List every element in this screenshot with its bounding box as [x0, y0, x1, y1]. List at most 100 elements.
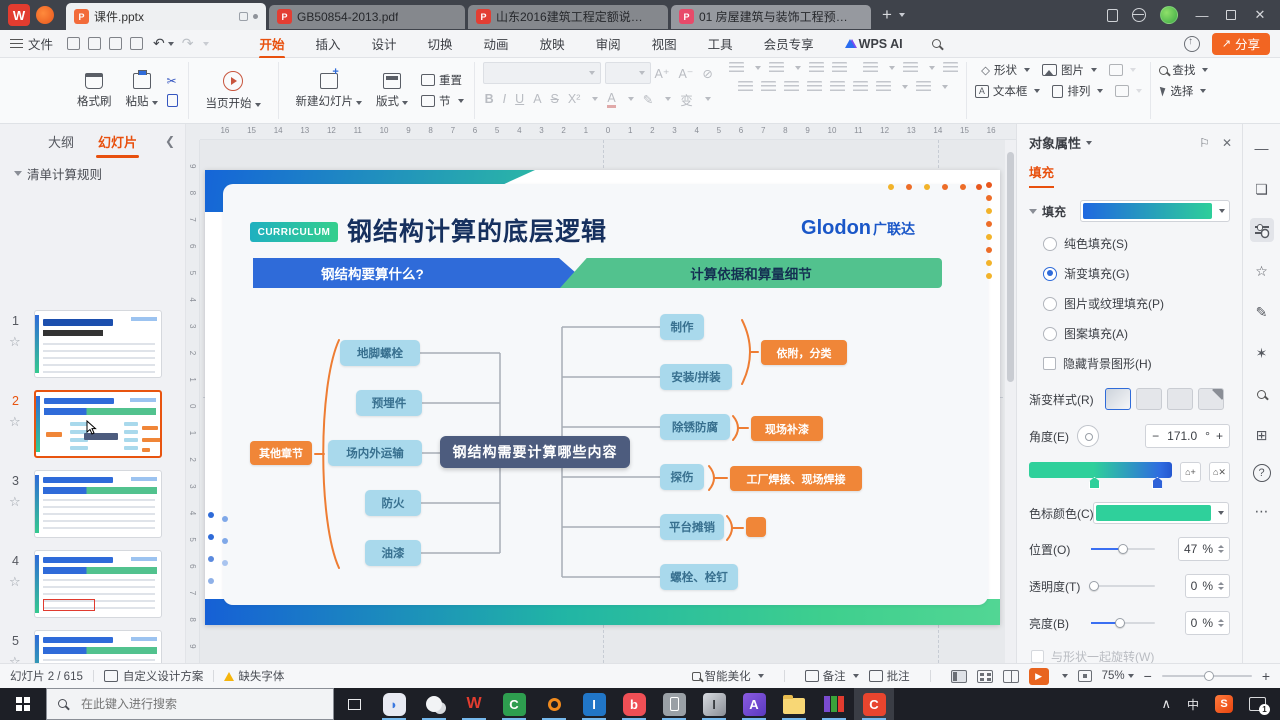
font-size-select[interactable]	[604, 62, 651, 84]
print-icon[interactable]	[109, 37, 123, 50]
mindmap-node[interactable]: 螺栓、栓钉	[660, 564, 738, 590]
remove-stop-button[interactable]: ⌂✕	[1208, 462, 1230, 482]
tab-outline[interactable]: 大纲	[48, 132, 74, 151]
transparency-stepper[interactable]: 0%	[1184, 574, 1230, 598]
fill-option-picture[interactable]: 图片或纹理填充(P)	[1043, 295, 1242, 312]
file-menu[interactable]: 文件	[0, 34, 63, 53]
mindmap-node[interactable]: 安装/拼装	[660, 364, 732, 390]
smart-beautify-button[interactable]: 智能美化	[691, 668, 764, 684]
mindmap-callout[interactable]: 依附，分类	[761, 340, 847, 365]
mindmap-node[interactable]: 场内外运输	[328, 440, 422, 466]
globe-icon[interactable]	[1132, 8, 1146, 22]
slide-editing-canvas[interactable]: CURRICULUM 钢结构计算的底层逻辑 Glodon 广联达 钢结构要算什么?…	[200, 140, 1005, 663]
panel-title-caret-icon[interactable]	[1086, 140, 1093, 145]
gradient-style-rect[interactable]	[1167, 388, 1193, 410]
new-slide-button[interactable]: 新建幻灯片	[289, 66, 370, 109]
text-direction-icon[interactable]	[862, 62, 878, 74]
print-preview-icon[interactable]	[130, 37, 144, 50]
mindmap-callout[interactable]: 工厂焊接、现场焊接	[730, 466, 862, 491]
copy-icon[interactable]	[166, 94, 178, 107]
taskbar-app-chat[interactable]: ◗	[374, 688, 414, 720]
scrollbar-thumb[interactable]	[1007, 152, 1014, 382]
star-icon[interactable]: ☆	[9, 574, 21, 590]
strikethrough-button[interactable]: S	[551, 92, 559, 106]
zoom-out-button[interactable]: −	[1144, 668, 1152, 684]
layout-button[interactable]: 版式	[369, 72, 415, 109]
taskbar-app-winrar[interactable]	[814, 688, 854, 720]
menu-tab-wps-ai[interactable]: WPS AI	[843, 32, 905, 56]
angle-plus-button[interactable]: +	[1216, 429, 1223, 443]
mindmap-root-left[interactable]: 其他章节	[250, 441, 312, 465]
add-stop-button[interactable]: ⌂+	[1179, 462, 1201, 482]
collapse-panel-icon[interactable]: ❮	[165, 134, 175, 148]
mindmap-node[interactable]: 油漆	[365, 540, 421, 566]
find-button[interactable]: 查找	[1159, 62, 1209, 78]
convert-diagram-icon[interactable]	[942, 62, 958, 74]
text-tool-button[interactable]: 变	[680, 90, 693, 109]
picture-button[interactable]: 图片	[1042, 62, 1098, 78]
gradient-stop-handle-green[interactable]	[1089, 477, 1100, 489]
mindmap-node[interactable]: 平台摊销	[660, 514, 724, 540]
properties-icon[interactable]	[1249, 218, 1274, 242]
menu-tab-animation[interactable]: 动画	[482, 29, 511, 58]
fill-option-gradient[interactable]: 渐变填充(G)	[1043, 265, 1242, 282]
star-icon[interactable]: ☆	[9, 334, 21, 350]
textbox-button[interactable]: A 文本框	[974, 83, 1041, 99]
pinned-doc-icon[interactable]	[36, 6, 54, 24]
superscript-button[interactable]: X²	[568, 92, 581, 106]
gradient-stop-handle-blue[interactable]	[1151, 477, 1163, 489]
zoom-level[interactable]: 75%	[1102, 670, 1134, 682]
slide-thumb-3[interactable]: 3 ☆	[0, 470, 186, 546]
arrange-button[interactable]: 排列	[1052, 83, 1104, 99]
tray-expand-icon[interactable]: ∧	[1161, 696, 1171, 712]
play-from-current-button[interactable]: 当页开始	[199, 70, 268, 111]
effects-star-icon[interactable]: ☆	[1250, 259, 1274, 283]
menu-tab-home[interactable]: 开始	[257, 29, 286, 59]
beautify-wand-icon[interactable]: ✶	[1250, 341, 1274, 365]
doc-tab-pdf2[interactable]: P 山东2016建筑工程定额说明及计算规	[468, 4, 668, 29]
restore-button[interactable]	[1226, 10, 1236, 20]
tab-list-caret-icon[interactable]	[898, 13, 905, 17]
section-header[interactable]: 清单计算规则	[0, 158, 185, 183]
mindmap-node[interactable]: 除锈防腐	[660, 414, 730, 440]
position-stepper[interactable]: 47%	[1177, 537, 1230, 561]
menu-tab-transition[interactable]: 切换	[426, 29, 455, 58]
menu-tab-tools[interactable]: 工具	[706, 29, 735, 58]
slide-thumb-2-selected[interactable]: 2 ☆	[0, 390, 186, 466]
indent-more-icon[interactable]	[876, 81, 892, 93]
slide-thumb-1[interactable]: 1 ☆	[0, 310, 186, 386]
position-slider[interactable]	[1091, 543, 1155, 554]
notes-button[interactable]: 备注	[804, 668, 859, 684]
ink-pen-icon[interactable]: ✎	[1250, 300, 1274, 324]
doc-tab-pdf3[interactable]: P 01 房屋建筑与装饰工程预算消耗量标	[671, 4, 871, 29]
font-color-button[interactable]: A	[607, 91, 616, 108]
format-painter-button[interactable]: 格式刷	[70, 72, 119, 109]
plugin-icon[interactable]: ⊞	[1250, 423, 1274, 447]
line-spacing-icon[interactable]	[902, 62, 918, 74]
close-button[interactable]: ✕	[1250, 7, 1270, 23]
hide-background-checkbox[interactable]: 隐藏背景图形(H)	[1043, 355, 1242, 372]
taskbar-app-blue-tool[interactable]: I	[574, 688, 614, 720]
task-view-button[interactable]	[334, 688, 374, 720]
missing-font[interactable]: 缺失字体	[238, 668, 284, 684]
workspace-icon[interactable]	[1107, 8, 1118, 22]
distribute-icon[interactable]	[830, 81, 846, 93]
doc-finder-icon[interactable]	[1250, 382, 1274, 406]
account-avatar[interactable]	[1160, 6, 1178, 24]
wps-app-icon[interactable]: W	[8, 4, 30, 26]
star-icon[interactable]: ☆	[9, 494, 21, 510]
fit-window-icon[interactable]	[1077, 670, 1092, 682]
select-button[interactable]: 选择	[1160, 83, 1207, 99]
slide[interactable]: CURRICULUM 钢结构计算的底层逻辑 Glodon 广联达 钢结构要算什么?…	[205, 170, 1000, 625]
taskbar-app-camtasia[interactable]: C	[494, 688, 534, 720]
menu-tab-insert[interactable]: 插入	[314, 29, 343, 58]
bullet-list-icon[interactable]	[728, 62, 744, 74]
doc-tab-presentation[interactable]: P 课件.pptx	[66, 3, 266, 30]
fill-option-pattern[interactable]: 图案填充(A)	[1043, 325, 1242, 342]
increase-font-icon[interactable]: A⁺	[655, 66, 670, 81]
normal-view-button[interactable]	[950, 669, 967, 683]
reset-button[interactable]: 重置	[421, 72, 464, 88]
slides-panel-icon[interactable]: ❏	[1250, 177, 1274, 201]
doc-tab-pdf1[interactable]: P GB50854-2013.pdf	[269, 4, 465, 29]
gradient-style-linear[interactable]	[1105, 388, 1131, 410]
